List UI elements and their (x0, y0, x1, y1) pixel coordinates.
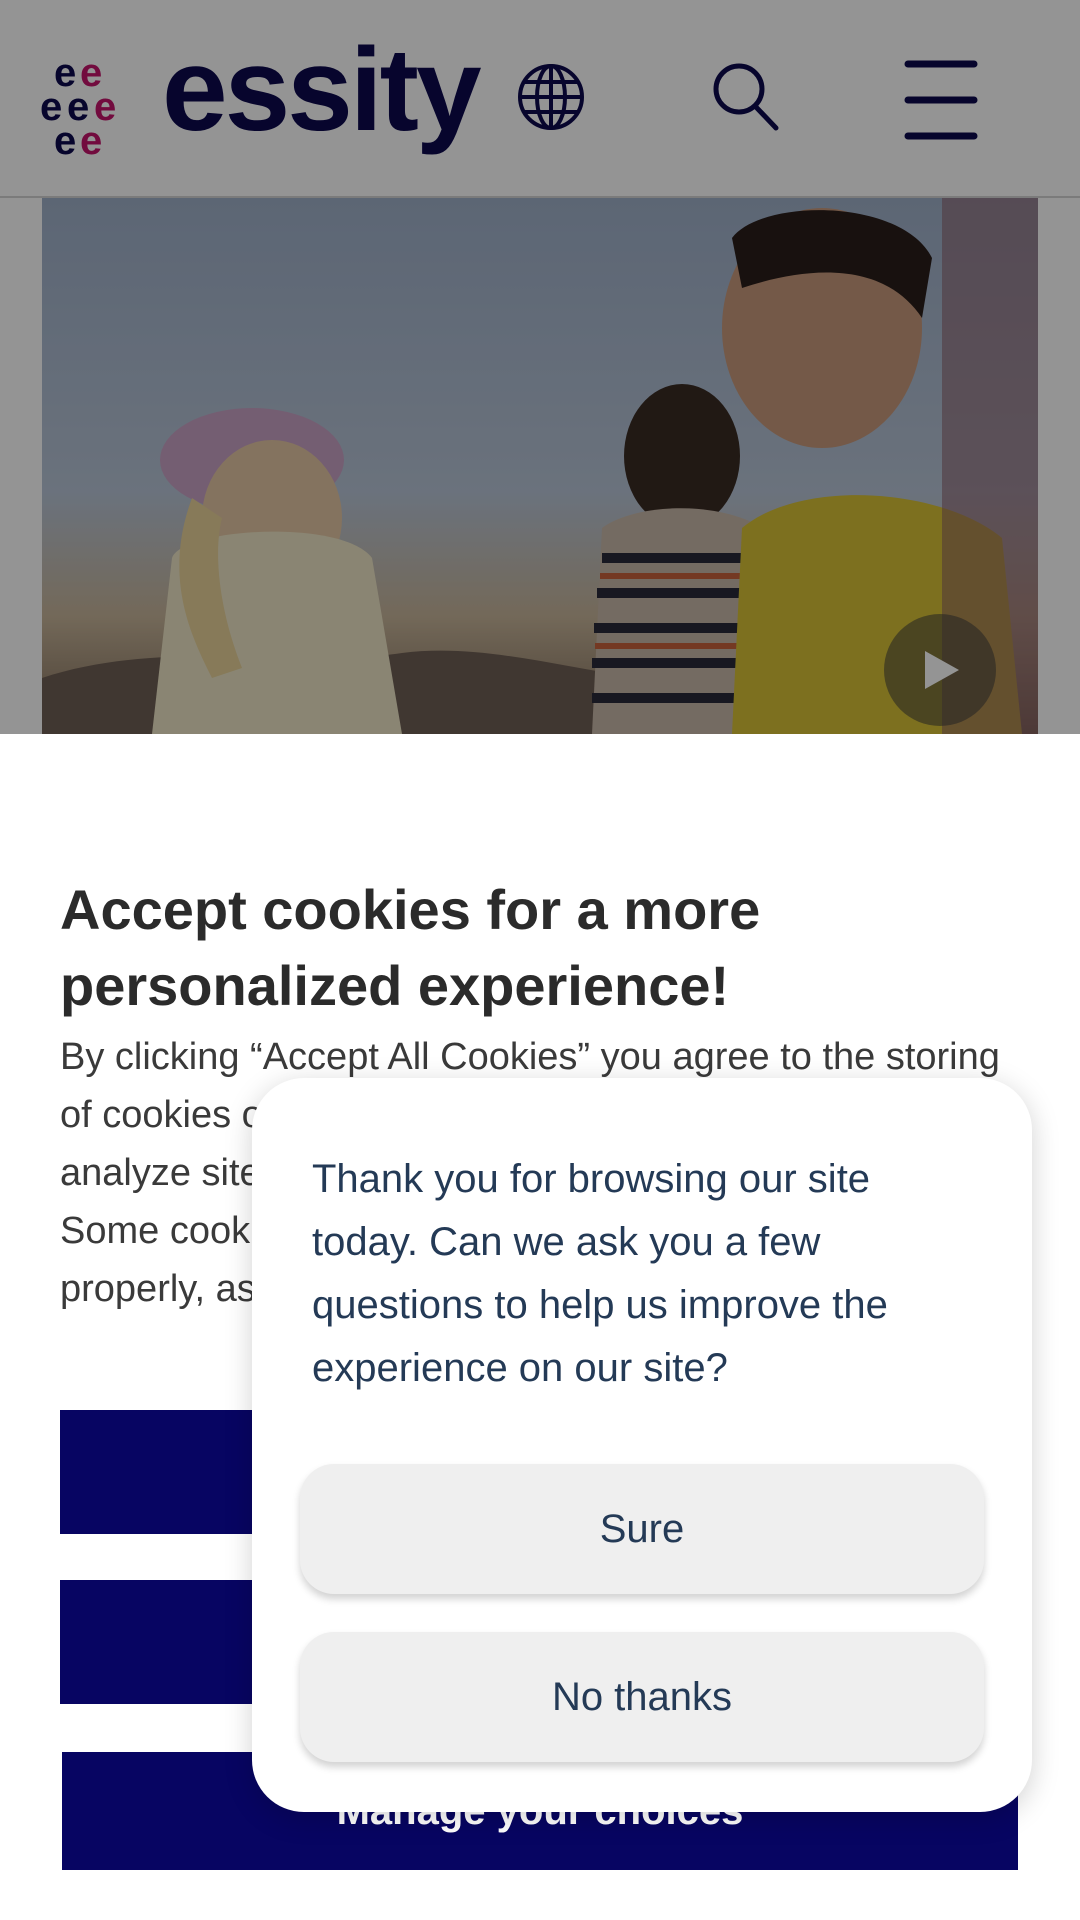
modal-backdrop (0, 0, 1080, 734)
survey-message: Thank you for browsing our site today. C… (312, 1157, 888, 1390)
survey-popup: Thank you for browsing our site today. C… (252, 1078, 1032, 1812)
no-thanks-button[interactable]: No thanks (300, 1632, 984, 1762)
cookie-title: Accept cookies for a more personalized e… (60, 878, 761, 1017)
sure-button[interactable]: Sure (300, 1464, 984, 1594)
